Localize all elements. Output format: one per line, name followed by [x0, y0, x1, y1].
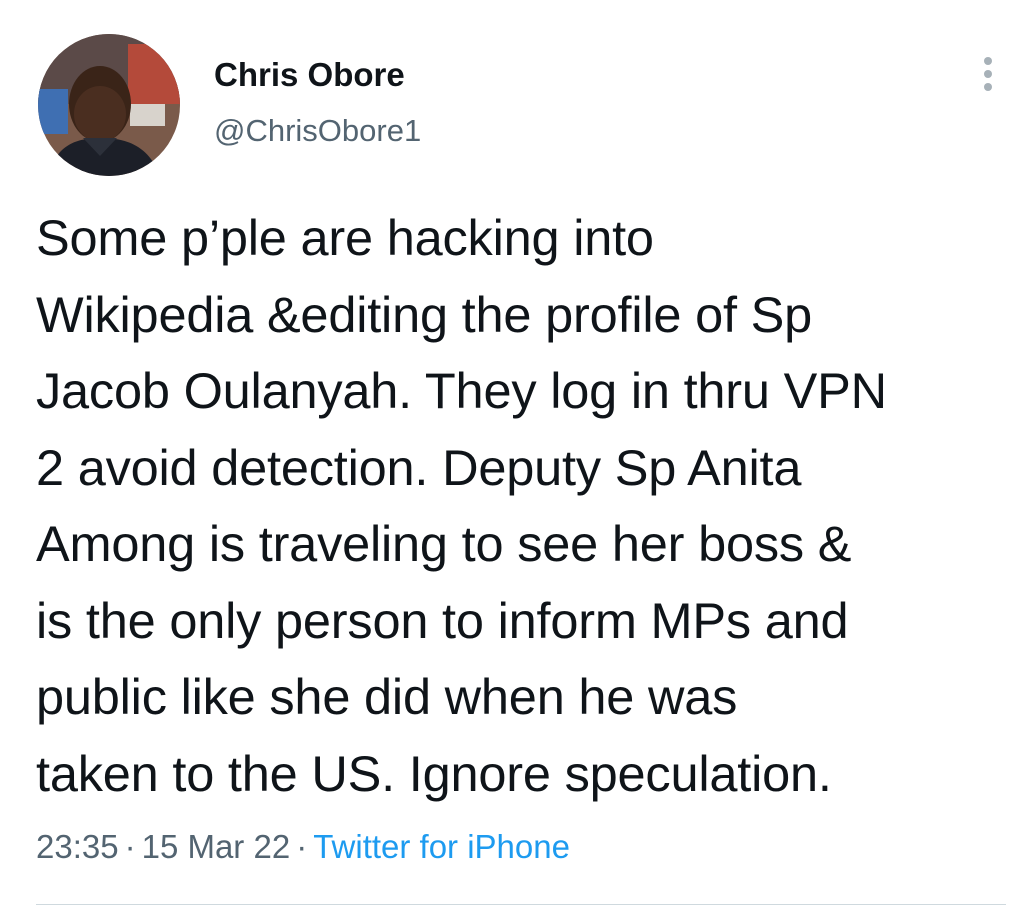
tweet-metadata: 23:35 · 15 Mar 22 · Twitter for iPhone — [36, 828, 570, 866]
divider — [36, 904, 1006, 905]
tweet-text: Some p’ple are hacking into Wikipedia &e… — [36, 209, 887, 802]
separator-dot: · — [124, 828, 136, 865]
handle[interactable]: @ChrisObore1 — [214, 113, 421, 149]
tweet-time[interactable]: 23:35 — [36, 828, 119, 865]
avatar-photo — [38, 34, 180, 176]
avatar[interactable] — [38, 34, 180, 176]
tweet-source-link[interactable]: Twitter for iPhone — [313, 828, 570, 865]
separator-dot: · — [296, 828, 308, 865]
more-vertical-icon — [984, 57, 992, 91]
tweet-date[interactable]: 15 Mar 22 — [142, 828, 291, 865]
tweet: Chris Obore @ChrisObore1 Some p’ple are … — [0, 0, 1024, 909]
more-button[interactable] — [968, 52, 1008, 96]
display-name[interactable]: Chris Obore — [214, 56, 405, 94]
